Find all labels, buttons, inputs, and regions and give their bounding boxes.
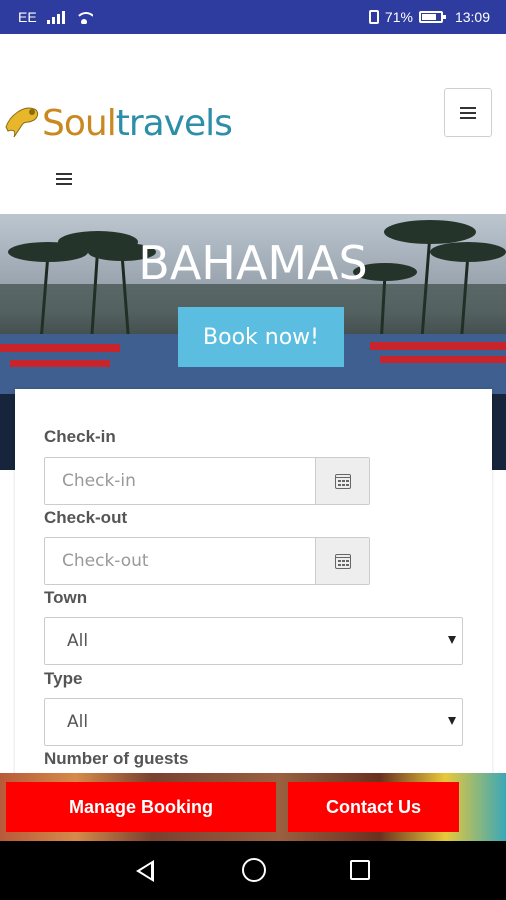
logo-text: Soultravels xyxy=(42,102,233,144)
carrier-label: EE xyxy=(18,9,37,25)
logo-mark-icon xyxy=(5,107,39,138)
calendar-icon xyxy=(334,553,351,569)
signal-icon xyxy=(46,10,65,24)
secondary-menu-button[interactable] xyxy=(55,172,73,186)
system-nav-bar xyxy=(0,841,506,900)
type-select[interactable]: All xyxy=(44,698,463,746)
checkin-field[interactable]: Check-in xyxy=(45,458,315,504)
type-label: Type xyxy=(44,669,83,688)
hamburger-icon xyxy=(56,173,72,185)
back-icon[interactable] xyxy=(136,860,154,882)
calendar-icon xyxy=(334,473,351,489)
recent-apps-icon[interactable] xyxy=(350,860,370,880)
hamburger-icon xyxy=(460,106,476,119)
manage-booking-button[interactable]: Manage Booking xyxy=(6,782,276,832)
dropdown-caret-icon xyxy=(448,636,456,644)
battery-percent: 71% xyxy=(384,9,413,25)
checkin-calendar-button[interactable] xyxy=(315,458,369,504)
home-icon[interactable] xyxy=(242,858,266,882)
checkout-input-group[interactable]: Check-out xyxy=(44,537,370,585)
contact-us-button[interactable]: Contact Us xyxy=(288,782,459,832)
checkin-label: Check-in xyxy=(44,427,116,446)
town-label: Town xyxy=(44,588,88,607)
battery-icon xyxy=(418,11,446,23)
checkout-field[interactable]: Check-out xyxy=(45,538,315,584)
vibrate-icon xyxy=(368,10,379,24)
dropdown-caret-icon xyxy=(448,717,456,725)
checkin-input-group[interactable]: Check-in xyxy=(44,457,370,505)
logo-text-travels: travels xyxy=(115,102,233,144)
logo-text-soul: Soul xyxy=(42,102,117,144)
main-menu-button[interactable] xyxy=(444,88,492,137)
checkout-calendar-button[interactable] xyxy=(315,538,369,584)
checkout-label: Check-out xyxy=(44,508,128,527)
town-select-value: All xyxy=(67,631,89,651)
clock: 13:09 xyxy=(454,9,490,25)
wifi-icon xyxy=(74,10,93,24)
guests-label: Number of guests xyxy=(44,749,189,768)
status-bar: EE 71% 13:09 xyxy=(0,0,506,34)
site-logo[interactable]: Soultravels xyxy=(2,98,233,148)
type-select-value: All xyxy=(67,712,89,732)
hero-title: BAHAMAS xyxy=(138,236,368,290)
book-now-button[interactable]: Book now! xyxy=(178,307,344,367)
town-select[interactable]: All xyxy=(44,617,463,665)
